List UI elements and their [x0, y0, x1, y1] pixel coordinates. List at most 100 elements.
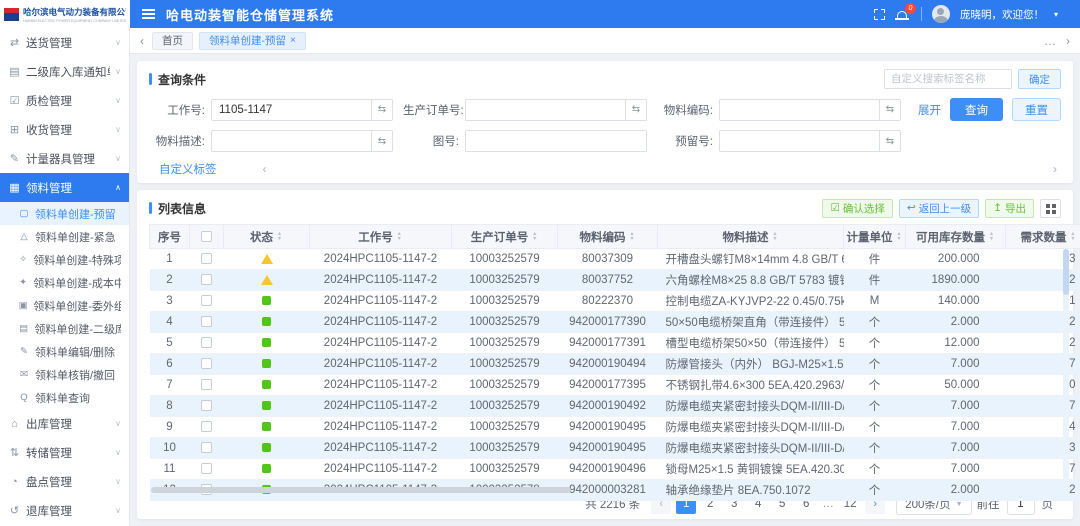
- column-header-demand[interactable]: 需求数量: [1006, 225, 1080, 249]
- tab-领料单创建-预留[interactable]: 领料单创建-预留×: [199, 32, 306, 50]
- vertical-scrollbar[interactable]: [1063, 249, 1069, 489]
- notification-bell-icon[interactable]: 0: [895, 7, 911, 22]
- sidebar-item-create-cost-center[interactable]: ✦领料单创建-成本中心: [0, 271, 129, 294]
- column-header-stock[interactable]: 可用库存数量: [906, 225, 1006, 249]
- cell-material_desc: 槽型电缆桥架50×50（带连接件） 5EA.4: [658, 333, 844, 354]
- row-checkbox[interactable]: [201, 463, 212, 474]
- sidebar-item-delivery[interactable]: ⇄送货管理∨: [0, 28, 129, 57]
- close-tab-icon[interactable]: ×: [290, 35, 296, 46]
- material-code-input[interactable]: [720, 100, 879, 120]
- table-row[interactable]: 102024HPC1105-1147-210003252579942000190…: [150, 438, 1080, 459]
- sidebar-item-measuring-tools[interactable]: ✎计量器具管理∨: [0, 144, 129, 173]
- select-all-checkbox[interactable]: [201, 231, 212, 242]
- sidebar-item-edit-delete[interactable]: ✎领料单编辑/删除: [0, 340, 129, 363]
- filter-icon[interactable]: ⇆: [879, 131, 900, 151]
- horizontal-scrollbar[interactable]: [151, 487, 571, 493]
- sidebar-item-quality[interactable]: ☑质检管理∨: [0, 86, 129, 115]
- reserve-no-input[interactable]: [720, 131, 879, 151]
- custom-tag-link[interactable]: 自定义标签: [159, 161, 217, 177]
- cell-material_desc: 50×50电缆桥架直角（带连接件） 5EA.4: [658, 312, 844, 333]
- sidebar-item-outbound[interactable]: ⌂出库管理∨: [0, 409, 129, 438]
- drawing-no-input[interactable]: [466, 131, 646, 151]
- row-checkbox[interactable]: [201, 316, 212, 327]
- row-checkbox[interactable]: [201, 358, 212, 369]
- confirm-select-button[interactable]: ☑确认选择: [822, 199, 892, 218]
- sidebar-item-label: 领料单创建-成本中心: [33, 275, 121, 291]
- chevron-down-icon: ∨: [115, 96, 121, 105]
- sidebar-item-secondary-inbound-notice[interactable]: ▤二级库入库通知单∨: [0, 57, 129, 86]
- tag-scroll-left-icon[interactable]: ‹: [263, 162, 267, 176]
- column-header-material_code[interactable]: 物料编码: [558, 225, 658, 249]
- row-checkbox[interactable]: [201, 379, 212, 390]
- tag-scroll-right-icon[interactable]: ›: [1053, 162, 1057, 176]
- row-checkbox[interactable]: [201, 295, 212, 306]
- sidebar-item-create-outsourced[interactable]: ▣领料单创建-委外组件: [0, 294, 129, 317]
- row-checkbox[interactable]: [201, 421, 212, 432]
- prod-order-no-input[interactable]: [466, 100, 625, 120]
- column-header-work_no[interactable]: 工作号: [310, 225, 452, 249]
- sidebar-item-writeoff-recall[interactable]: ✉领料单核销/撤回: [0, 363, 129, 386]
- sort-icon[interactable]: [988, 232, 995, 242]
- sort-icon[interactable]: [772, 232, 779, 242]
- table-row[interactable]: 72024HPC1105-1147-2100032525799420001773…: [150, 375, 1080, 396]
- tab-首页[interactable]: 首页: [152, 32, 193, 50]
- sidebar-item-create-secondary[interactable]: ▤领料单创建-二级库: [0, 317, 129, 340]
- sidebar-item-create-special[interactable]: ✧领料单创建-特殊项目: [0, 248, 129, 271]
- export-button[interactable]: ↥导出: [985, 199, 1034, 218]
- row-checkbox[interactable]: [201, 274, 212, 285]
- search-button[interactable]: 查询: [950, 98, 1003, 121]
- material-desc-input[interactable]: [212, 131, 371, 151]
- column-header-prod_order[interactable]: 生产订单号: [452, 225, 558, 249]
- sidebar-item-receiving[interactable]: ⊞收货管理∨: [0, 115, 129, 144]
- filter-icon[interactable]: ⇆: [371, 131, 392, 151]
- sidebar-item-query[interactable]: Q领料单查询: [0, 386, 129, 409]
- filter-icon[interactable]: ⇆: [879, 100, 900, 120]
- expand-link[interactable]: 展开: [918, 102, 941, 118]
- column-settings-button[interactable]: [1040, 199, 1061, 218]
- table-row[interactable]: 92024HPC1105-1147-2100032525799420001904…: [150, 417, 1080, 438]
- sidebar-item-label: 领料单创建-委外组件: [33, 298, 121, 314]
- row-checkbox[interactable]: [201, 253, 212, 264]
- column-header-unit[interactable]: 计量单位: [844, 225, 906, 249]
- table-row[interactable]: 32024HPC1105-1147-21000325257980222370控制…: [150, 291, 1080, 312]
- sidebar-item-stocktake[interactable]: ◔盘点管理∨: [0, 467, 129, 496]
- sort-icon[interactable]: [629, 232, 636, 242]
- chevron-down-icon[interactable]: ▾: [1054, 10, 1058, 19]
- sort-icon[interactable]: [896, 232, 903, 242]
- filter-icon[interactable]: ⇆: [625, 100, 646, 120]
- table-row[interactable]: 12024HPC1105-1147-21000325257980037309开槽…: [150, 249, 1080, 270]
- confirm-button[interactable]: 确定: [1018, 69, 1061, 89]
- sidebar-item-transfer[interactable]: ⇅转储管理∨: [0, 438, 129, 467]
- column-header-status[interactable]: 状态: [224, 225, 310, 249]
- sort-icon[interactable]: [1070, 232, 1077, 242]
- tab-scroll-right-icon[interactable]: ›: [1064, 34, 1072, 48]
- table-row[interactable]: 62024HPC1105-1147-2100032525799420001904…: [150, 354, 1080, 375]
- sidebar-item-return[interactable]: ↺退库管理∨: [0, 496, 129, 525]
- fullscreen-icon[interactable]: [874, 9, 885, 20]
- table-row[interactable]: 42024HPC1105-1147-2100032525799420001773…: [150, 312, 1080, 333]
- row-checkbox[interactable]: [201, 400, 212, 411]
- tab-scroll-left-icon[interactable]: ‹: [138, 34, 146, 48]
- table-row[interactable]: 52024HPC1105-1147-2100032525799420001773…: [150, 333, 1080, 354]
- menu-collapse-icon[interactable]: [142, 9, 156, 20]
- sidebar-item-create-reserve[interactable]: ▢领料单创建-预留: [0, 202, 129, 225]
- sort-icon[interactable]: [396, 232, 403, 242]
- column-header-material_desc[interactable]: 物料描述: [658, 225, 844, 249]
- table-row[interactable]: 82024HPC1105-1147-2100032525799420001904…: [150, 396, 1080, 417]
- filter-icon[interactable]: ⇆: [371, 100, 392, 120]
- table-row[interactable]: 22024HPC1105-1147-21000325257980037752六角…: [150, 270, 1080, 291]
- sidebar-item-requisition[interactable]: ▦领料管理∧: [0, 173, 129, 202]
- sidebar-item-create-urgent[interactable]: △领料单创建-紧急: [0, 225, 129, 248]
- status-ok-icon: [262, 296, 271, 305]
- row-checkbox[interactable]: [201, 337, 212, 348]
- sort-icon[interactable]: [276, 232, 283, 242]
- reset-button[interactable]: 重置: [1012, 98, 1061, 121]
- row-checkbox[interactable]: [201, 442, 212, 453]
- custom-tag-name-input[interactable]: [884, 69, 1012, 89]
- tab-more-icon[interactable]: …: [1042, 34, 1058, 48]
- sort-icon[interactable]: [531, 232, 538, 242]
- back-up-level-button[interactable]: ↩返回上一级: [899, 199, 979, 218]
- avatar[interactable]: [932, 5, 950, 23]
- table-row[interactable]: 112024HPC1105-1147-210003252579942000190…: [150, 459, 1080, 480]
- work-no-input[interactable]: [212, 100, 371, 120]
